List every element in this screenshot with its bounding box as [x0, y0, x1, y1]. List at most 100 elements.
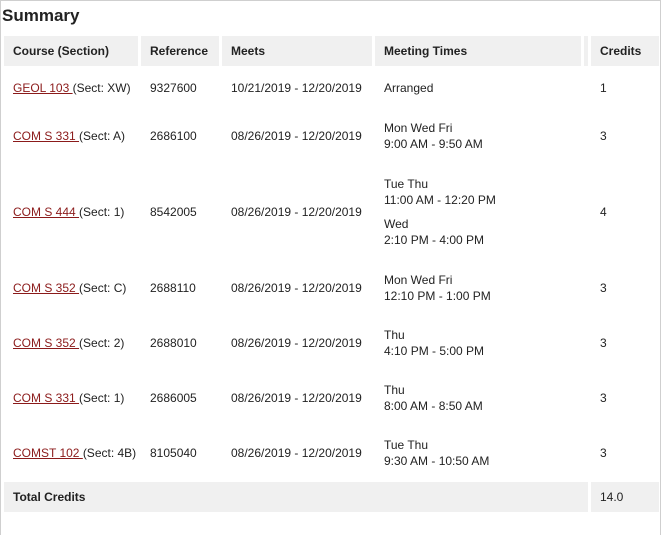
meeting-days: Mon Wed Fri	[384, 121, 453, 135]
course-cell: COM S 352 (Sect: 2)	[4, 317, 138, 369]
column-header-meets: Meets	[222, 36, 372, 66]
meeting-times-cell: Thu 8:00 AM - 8:50 AM	[375, 372, 581, 424]
meeting-times-cell: Thu 4:10 PM - 5:00 PM	[375, 317, 581, 369]
course-cell: COM S 444 (Sect: 1)	[4, 165, 138, 259]
column-header-spacer	[584, 36, 588, 66]
meets-cell: 08/26/2019 - 12/20/2019	[222, 110, 372, 162]
column-header-course: Course (Section)	[4, 36, 138, 66]
table-row: COM S 352 (Sect: C) 2688110 08/26/2019 - 1…	[4, 262, 659, 314]
course-cell: COMST 102 (Sect: 4B)	[4, 427, 138, 479]
section-label: (Sect: 1)	[79, 205, 125, 219]
table-header-row: Course (Section) Reference Meets Meeting…	[4, 36, 659, 66]
reference-cell: 2686100	[141, 110, 219, 162]
meeting-times-cell: Arranged	[375, 69, 581, 107]
total-credits-label: Total Credits	[4, 482, 588, 512]
meets-cell: 08/26/2019 - 12/20/2019	[222, 372, 372, 424]
meets-cell: 08/26/2019 - 12/20/2019	[222, 165, 372, 259]
meeting-times-cell: Tue Thu 9:30 AM - 10:50 AM	[375, 427, 581, 479]
meeting-days: Thu	[384, 328, 405, 342]
spacer-cell	[584, 262, 588, 314]
section-label: (Sect: 2)	[79, 336, 125, 350]
meets-cell: 08/26/2019 - 12/20/2019	[222, 317, 372, 369]
course-link[interactable]: COM S 444	[13, 205, 79, 219]
section-label: (Sect: XW)	[72, 81, 131, 95]
reference-cell: 2686005	[141, 372, 219, 424]
section-label: (Sect: 1)	[79, 391, 125, 405]
meeting-time: 9:00 AM - 9:50 AM	[384, 137, 483, 151]
section-label: (Sect: 4B)	[82, 446, 137, 460]
meeting-time: 2:10 PM - 4:00 PM	[384, 233, 485, 247]
meeting-days: Thu	[384, 383, 405, 397]
meeting-time: 9:30 AM - 10:50 AM	[384, 454, 490, 468]
credits-cell: 3	[591, 372, 659, 424]
meeting-days: Wed	[384, 217, 409, 231]
course-cell: GEOL 103 (Sect: XW)	[4, 69, 138, 107]
table-row: COM S 331 (Sect: A) 2686100 08/26/2019 - 1…	[4, 110, 659, 162]
course-link[interactable]: COMST 102	[13, 446, 83, 460]
course-link[interactable]: COM S 352	[13, 336, 79, 350]
meeting-slot: Wed 2:10 PM - 4:00 PM	[384, 216, 581, 248]
meeting-slot: Tue Thu 11:00 AM - 12:20 PM	[384, 176, 581, 208]
summary-panel: Summary Course (Section) Reference Meets…	[0, 0, 661, 535]
table-row: GEOL 103 (Sect: XW) 9327600 10/21/2019 - 1…	[4, 69, 659, 107]
column-header-credits: Credits	[591, 36, 659, 66]
credits-cell: 1	[591, 69, 659, 107]
table-row: COMST 102 (Sect: 4B) 8105040 08/26/2019 - …	[4, 427, 659, 479]
section-label: (Sect: A)	[79, 129, 126, 143]
meeting-slot: Arranged	[384, 80, 581, 96]
course-link[interactable]: COM S 352	[13, 281, 79, 295]
reference-cell: 8542005	[141, 165, 219, 259]
summary-title: Summary	[2, 6, 80, 25]
meeting-times-cell: Mon Wed Fri 12:10 PM - 1:00 PM	[375, 262, 581, 314]
credits-cell: 3	[591, 317, 659, 369]
meeting-days: Arranged	[384, 81, 434, 95]
spacer-cell	[584, 427, 588, 479]
credits-cell: 3	[591, 262, 659, 314]
meeting-slot: Thu 4:10 PM - 5:00 PM	[384, 327, 581, 359]
meets-cell: 08/26/2019 - 12/20/2019	[222, 427, 372, 479]
meeting-time: 12:10 PM - 1:00 PM	[384, 289, 491, 303]
table-row: COM S 444 (Sect: 1) 8542005 08/26/2019 - 1…	[4, 165, 659, 259]
total-credits-value: 14.0	[591, 482, 659, 512]
meeting-days: Tue Thu	[384, 438, 429, 452]
schedule-table: Course (Section) Reference Meets Meeting…	[1, 33, 662, 515]
course-cell: COM S 331 (Sect: A)	[4, 110, 138, 162]
column-header-meeting-times: Meeting Times	[375, 36, 581, 66]
meeting-slot: Thu 8:00 AM - 8:50 AM	[384, 382, 581, 414]
credits-cell: 3	[591, 110, 659, 162]
meeting-days: Mon Wed Fri	[384, 273, 453, 287]
credits-cell: 4	[591, 165, 659, 259]
spacer-cell	[584, 110, 588, 162]
reference-cell: 2688110	[141, 262, 219, 314]
column-header-reference: Reference	[141, 36, 219, 66]
meeting-slot: Mon Wed Fri 12:10 PM - 1:00 PM	[384, 272, 581, 304]
spacer-cell	[584, 165, 588, 259]
meeting-days: Tue Thu	[384, 177, 429, 191]
course-link[interactable]: GEOL 103	[13, 81, 73, 95]
course-link[interactable]: COM S 331	[13, 129, 79, 143]
table-row: COM S 331 (Sect: 1) 2686005 08/26/2019 - 1…	[4, 372, 659, 424]
meets-cell: 10/21/2019 - 12/20/2019	[222, 69, 372, 107]
course-cell: COM S 331 (Sect: 1)	[4, 372, 138, 424]
reference-cell: 2688010	[141, 317, 219, 369]
meeting-times-cell: Tue Thu 11:00 AM - 12:20 PM Wed 2:10 PM - 4…	[375, 165, 581, 259]
meeting-time: 4:10 PM - 5:00 PM	[384, 344, 485, 358]
course-cell: COM S 352 (Sect: C)	[4, 262, 138, 314]
spacer-cell	[584, 317, 588, 369]
table-row: COM S 352 (Sect: 2) 2688010 08/26/2019 - 1…	[4, 317, 659, 369]
meets-cell: 08/26/2019 - 12/20/2019	[222, 262, 372, 314]
course-link[interactable]: COM S 331	[13, 391, 79, 405]
meeting-slot: Tue Thu 9:30 AM - 10:50 AM	[384, 437, 581, 469]
table-body: GEOL 103 (Sect: XW) 9327600 10/21/2019 - 1…	[4, 69, 659, 479]
credits-cell: 3	[591, 427, 659, 479]
meeting-slot: Mon Wed Fri 9:00 AM - 9:50 AM	[384, 120, 581, 152]
meeting-times-cell: Mon Wed Fri 9:00 AM - 9:50 AM	[375, 110, 581, 162]
spacer-cell	[584, 69, 588, 107]
meeting-time: 8:00 AM - 8:50 AM	[384, 399, 483, 413]
section-label: (Sect: C)	[79, 281, 127, 295]
meeting-time: 11:00 AM - 12:20 PM	[384, 193, 496, 207]
total-row: Total Credits 14.0	[4, 482, 659, 512]
reference-cell: 8105040	[141, 427, 219, 479]
reference-cell: 9327600	[141, 69, 219, 107]
spacer-cell	[584, 372, 588, 424]
